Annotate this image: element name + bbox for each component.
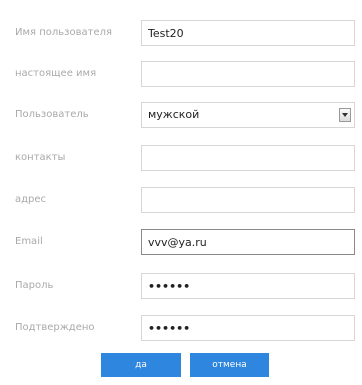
- contacts-input[interactable]: [141, 145, 355, 171]
- gender-label: Пользователь: [15, 109, 89, 120]
- confirm-label: Подтверждено: [15, 322, 95, 333]
- cancel-button[interactable]: отмена: [190, 353, 269, 377]
- user-form: Имя пользователя настоящее имя Пользоват…: [0, 0, 362, 385]
- confirm-password-input[interactable]: [141, 315, 355, 341]
- password-input[interactable]: [141, 273, 355, 299]
- address-input[interactable]: [141, 187, 355, 213]
- password-label: Пароль: [15, 280, 54, 291]
- gender-row: Пользователь мужской: [0, 102, 362, 130]
- password-row: Пароль: [0, 273, 362, 301]
- gender-selected-value: мужской: [148, 108, 200, 121]
- email-row: Email: [0, 229, 362, 257]
- address-row: адрес: [0, 187, 362, 215]
- email-label: Email: [15, 236, 43, 247]
- gender-select[interactable]: мужской: [141, 102, 355, 128]
- username-label: Имя пользователя: [15, 27, 113, 38]
- realname-input[interactable]: [141, 61, 355, 87]
- ok-button[interactable]: да: [101, 353, 181, 377]
- realname-row: настоящее имя: [0, 61, 362, 89]
- email-input[interactable]: [141, 229, 355, 255]
- username-row: Имя пользователя: [0, 20, 362, 48]
- username-input[interactable]: [141, 20, 355, 46]
- contacts-label: контакты: [15, 152, 66, 163]
- address-label: адрес: [15, 194, 47, 205]
- chevron-down-icon[interactable]: [339, 108, 351, 122]
- realname-label: настоящее имя: [15, 68, 97, 79]
- confirm-row: Подтверждено: [0, 315, 362, 343]
- contacts-row: контакты: [0, 145, 362, 173]
